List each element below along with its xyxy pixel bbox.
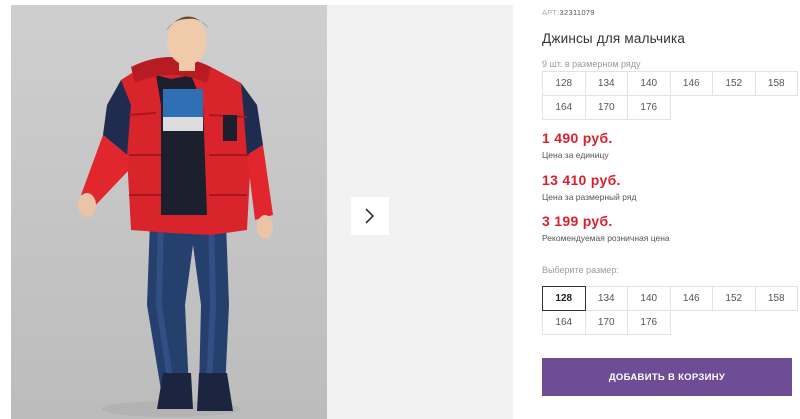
size-picker-label: Выберите размер: (542, 265, 619, 275)
size-option[interactable]: 146 (669, 286, 713, 311)
pack-size-cell: 134 (584, 71, 628, 96)
product-sku: АРТ:32311079 (542, 8, 595, 17)
add-to-cart-button[interactable]: ДОБАВИТЬ В КОРЗИНУ (542, 358, 792, 396)
size-option[interactable]: 170 (584, 310, 628, 335)
product-photo[interactable] (11, 5, 327, 419)
size-picker: 128 134 140 146 152 158 164 170 176 (542, 286, 798, 335)
chevron-right-icon (365, 208, 375, 224)
size-option[interactable]: 140 (627, 286, 671, 311)
size-option[interactable]: 152 (712, 286, 756, 311)
pack-label: 9 шт. в размерном ряду (542, 59, 641, 69)
product-title: Джинсы для мальчика (542, 31, 686, 46)
unit-price-note: Цена за единицу (542, 150, 609, 160)
size-option[interactable]: 134 (584, 286, 628, 311)
retail-price: 3 199 руб. (542, 213, 613, 229)
pack-size-cell: 140 (627, 71, 671, 96)
unit-price: 1 490 руб. (542, 130, 613, 146)
product-gallery (11, 5, 513, 419)
pack-size-cell: 128 (542, 71, 586, 96)
retail-price-note: Рекомендуемая розничная цена (542, 233, 670, 243)
size-option[interactable]: 158 (754, 286, 798, 311)
pack-price: 13 410 руб. (542, 172, 621, 188)
size-option[interactable]: 164 (542, 310, 586, 335)
pack-size-cell: 152 (712, 71, 756, 96)
size-option[interactable]: 128 (542, 286, 586, 311)
gallery-next-button[interactable] (351, 197, 389, 235)
pack-size-cell: 176 (627, 95, 671, 120)
pack-size-cell: 170 (584, 95, 628, 120)
product-photo-illustration (78, 16, 273, 417)
pack-size-cell: 146 (669, 71, 713, 96)
pack-size-cell: 164 (542, 95, 586, 120)
pack-size-grid: 128 134 140 146 152 158 164 170 176 (542, 71, 798, 120)
size-option[interactable]: 176 (627, 310, 671, 335)
pack-size-cell: 158 (754, 71, 798, 96)
pack-price-note: Цена за размерный ряд (542, 192, 637, 202)
